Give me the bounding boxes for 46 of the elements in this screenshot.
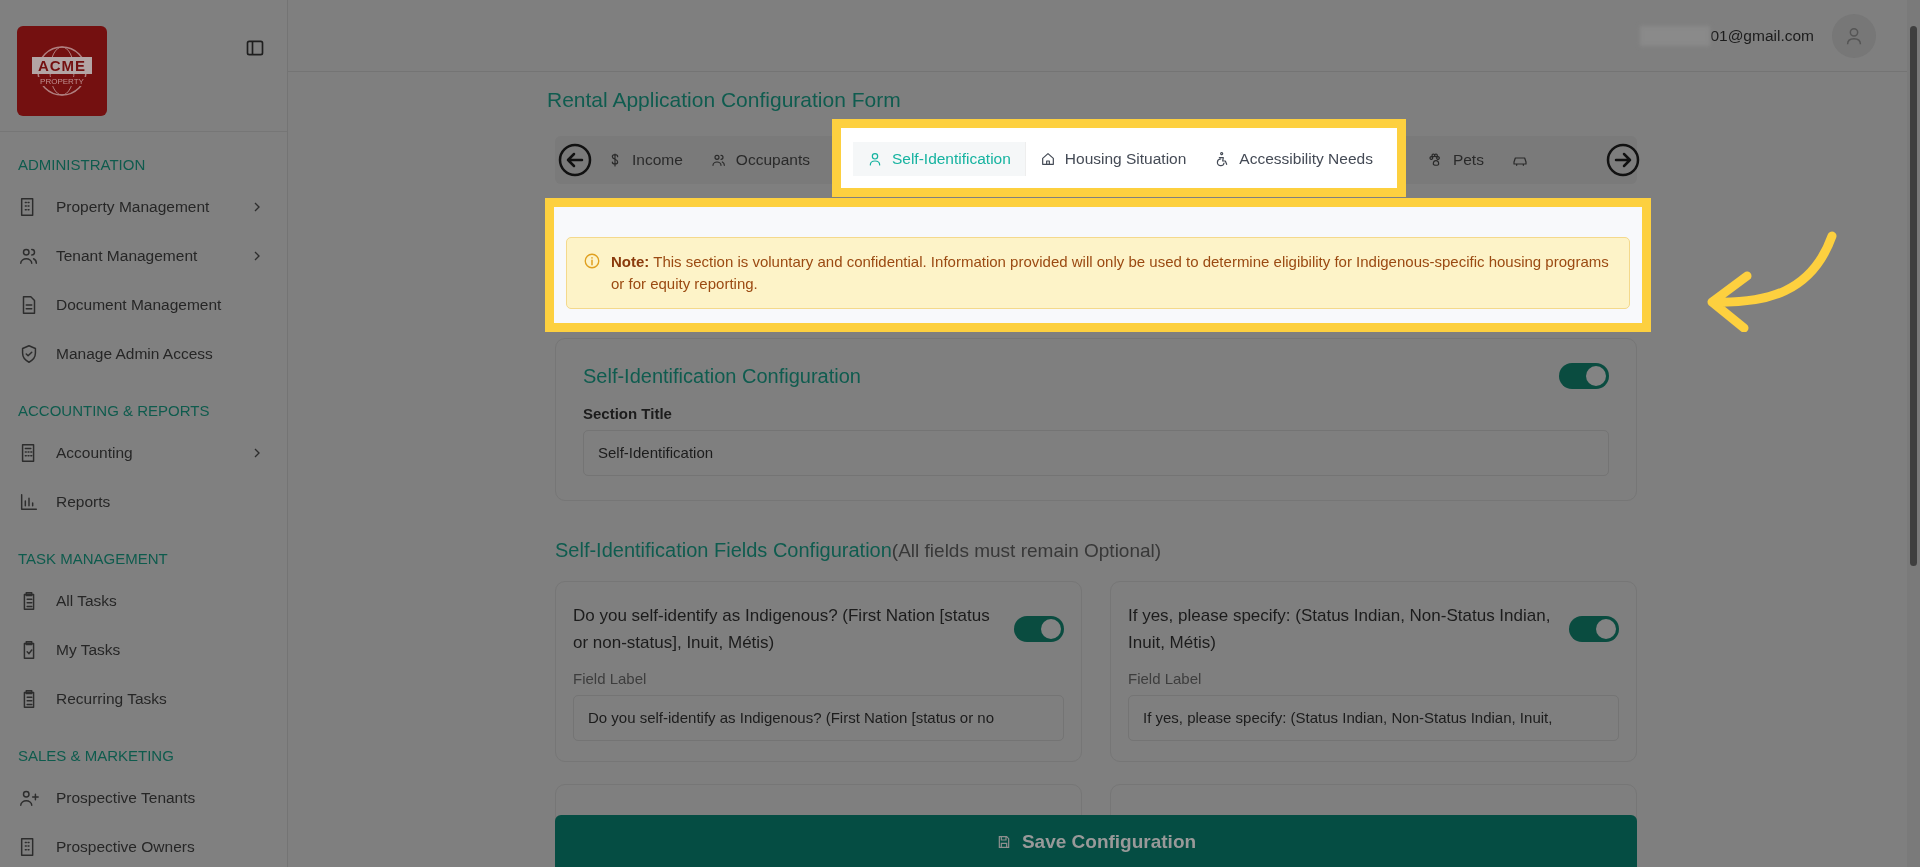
nav-item[interactable]: All Tasks: [18, 576, 287, 625]
nav-item[interactable]: Manage Admin Access: [18, 329, 287, 378]
page-title: Rental Application Configuration Form: [547, 88, 902, 113]
nav-section-heading: SALES & MARKETING: [18, 746, 175, 766]
tab[interactable]: Pets: [1413, 143, 1498, 177]
input-field[interactable]: If yes, please specify: (Status Indian, Non-Status Indian, Inuit,: [1128, 695, 1619, 741]
scroll-right-icon[interactable]: [1605, 142, 1641, 178]
input-field[interactable]: Do you self-identify as Indigenous? (First Nation [status or no: [573, 695, 1064, 741]
save-button[interactable]: Save Configuration: [555, 815, 1637, 867]
nav-item[interactable]: Tenant Management: [18, 231, 287, 280]
card-title: Self-Identification Configuration: [583, 364, 861, 388]
user-avatar-icon[interactable]: [1832, 13, 1876, 58]
nav-section-heading: ADMINISTRATION: [18, 155, 147, 175]
nav-item[interactable]: Recurring Tasks: [18, 674, 287, 723]
nav-section-heading: ACCOUNTING & REPORTS: [18, 401, 211, 421]
field-label: Field Label: [573, 670, 648, 687]
question-text: If yes, please specify: (Status Indian, Non-Status Indian, Inuit, Métis): [1128, 605, 1552, 654]
nav-section-heading: TASK MANAGEMENT: [18, 549, 169, 569]
user-email: 01@gmail.com: [1710, 26, 1814, 45]
house-icon: [1039, 151, 1056, 167]
info-icon: [583, 252, 601, 270]
nav-item[interactable]: Property Management: [18, 182, 287, 231]
section-heading: Self-Identification Fields Configuration: [555, 539, 892, 561]
nav-item[interactable]: My Tasks: [18, 625, 287, 674]
tab[interactable]: Occupants: [696, 143, 824, 177]
nav-item[interactable]: Prospective Owners: [18, 822, 287, 867]
field-label: Section Title: [583, 405, 673, 422]
note-text: Note: This section is voluntary and confidential. Information provided will only be used to determine eligibility for Indigenous-specific housing programs or for equity reporting.: [611, 252, 1610, 294]
toggle-switch[interactable]: [1559, 363, 1609, 389]
toggle-switch[interactable]: [1014, 616, 1064, 642]
company-logo: ACME PROPERTY: [17, 26, 107, 116]
nav-item[interactable]: Accounting: [18, 428, 287, 477]
scroll-left-icon[interactable]: [557, 142, 593, 178]
nav-item[interactable]: Document Management: [18, 280, 287, 329]
tab[interactable]: Income: [593, 143, 697, 177]
question-text: Do you self-identify as Indigenous? (First Nation [status or non-status], Inuit, Métis): [573, 605, 991, 654]
sidebar-toggle-icon[interactable]: [245, 38, 265, 58]
users-icon: [710, 152, 727, 168]
input-field[interactable]: Self-Identification: [583, 430, 1609, 476]
nav-item[interactable]: Reports: [18, 477, 287, 526]
section-hint: (All fields must remain Optional): [891, 540, 1162, 561]
scrollbar[interactable]: [1907, 0, 1920, 867]
toggle-switch[interactable]: [1569, 616, 1619, 642]
nav-item[interactable]: Prospective Tenants: [18, 773, 287, 822]
field-label: Field Label: [1128, 670, 1203, 687]
tab[interactable]: Self-Identification: [852, 142, 1026, 176]
